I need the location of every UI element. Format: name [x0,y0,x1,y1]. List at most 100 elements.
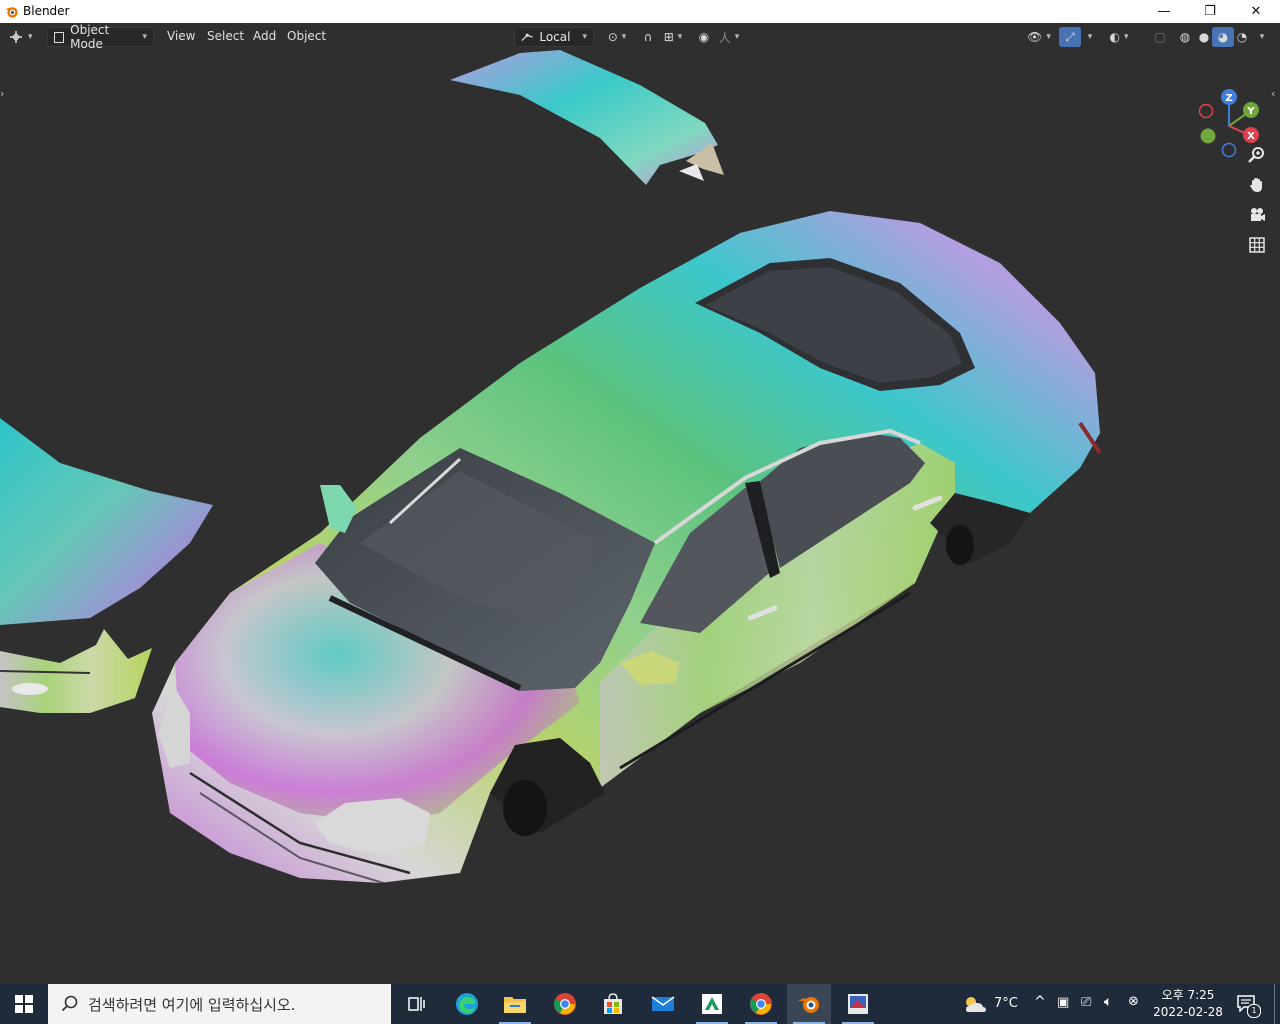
gizmo-z-label: Z [1225,93,1232,104]
gizmo-icon: ⤢ [1065,29,1075,44]
window-title: Blender [23,4,70,18]
xray-icon: ▢ [1154,30,1166,44]
proportional-editing-button[interactable]: ◉ [693,27,715,47]
pivot-point-button[interactable]: ⊙ ▾ [602,27,632,47]
menu-object[interactable]: Object [287,29,326,43]
taskbar-chrome[interactable] [543,984,587,1024]
wireframe-sphere-icon: ◍ [1179,30,1191,44]
weather-widget[interactable] [962,994,988,1018]
transform-orientation-label: Local [539,30,571,44]
blender-icon [798,997,819,1013]
restore-icon: ❐ [1204,4,1216,19]
snap-target-button[interactable]: ⊞ ▾ [658,27,688,47]
taskbar-store[interactable] [591,984,635,1024]
chevron-down-icon: ▾ [28,32,33,42]
taskbar-edge[interactable] [445,984,489,1024]
gizmo-y-label: Y [1246,106,1255,117]
overlays-button[interactable]: ◐ ▾ [1104,27,1134,47]
menu-view[interactable]: View [167,29,195,43]
overlays-icon: ◐ [1109,30,1120,44]
taskbar-chrome-2[interactable] [739,984,783,1024]
image-app-icon [848,994,868,1014]
close-icon: ✕ [1250,4,1262,19]
task-view-icon [408,997,425,1011]
taskbar-blender[interactable] [787,984,831,1024]
menu-select[interactable]: Select [207,29,244,43]
mail-icon [651,996,675,1011]
taskbar-mail[interactable] [641,984,685,1024]
gizmo-neg-z[interactable] [1221,142,1237,158]
clock-date: 2022-02-28 [1153,1005,1223,1019]
window-title-bar: Blender — ❐ ✕ [0,0,1280,23]
shading-options-dropdown[interactable]: ▾ [1252,27,1268,47]
falloff-curve-icon: 人 [718,30,731,45]
gizmo-neg-y[interactable] [1200,128,1216,144]
search-icon [61,995,78,1012]
editor-type-icon [10,31,22,43]
chevron-down-icon: ▾ [1259,32,1265,42]
transform-orientation-dropdown[interactable]: Local ▾ [514,27,594,47]
windows-taskbar: 검색하려면 여기에 입력하십시오. 7°C ^ ▣ ⎚ 🔈︎ ⊗ 오후 7:25… [0,984,1280,1024]
start-button[interactable] [0,984,48,1024]
store-icon [604,993,622,1014]
minimize-button[interactable]: — [1141,0,1187,23]
network-icon[interactable]: ⎚ [1081,995,1091,1010]
weather-temperature: 7°C [994,996,1018,1011]
3d-viewport[interactable]: Z Y X › ‹ [0,23,1280,984]
tray-status-icon[interactable]: ⊗ [1128,994,1139,1009]
app-icon [702,994,722,1014]
show-desktop-button[interactable] [1274,984,1280,1024]
pan-hand-icon[interactable] [1243,171,1271,199]
taskbar-app[interactable] [690,984,734,1024]
mode-dropdown[interactable]: Object Mode ▾ [47,23,154,51]
mode-label: Object Mode [70,23,110,51]
snap-increment-icon: ⊞ [663,30,674,44]
gizmo-neg-x[interactable] [1198,103,1214,119]
taskbar-search-box[interactable]: 검색하려면 여기에 입력하십시오. [48,984,391,1024]
editor-type-button[interactable]: ▾ [8,27,40,47]
visibility-button[interactable]: 👁 ▾ [1024,27,1054,47]
pivot-point-icon: ⊙ [607,30,618,44]
chevron-down-icon: ▾ [1046,32,1051,42]
taskbar-image-app[interactable] [836,984,880,1024]
solid-sphere-icon: ● [1198,30,1210,44]
action-center-button[interactable]: 1 [1236,994,1261,1018]
sidebar-expand-arrow-icon[interactable]: ‹ [1271,87,1275,100]
xray-toggle-button[interactable]: ▢ [1149,27,1171,47]
notification-count-badge: 1 [1247,1004,1261,1018]
chevron-down-icon: ▾ [142,32,147,42]
rendered-shading-button[interactable]: ◔ [1231,27,1253,47]
close-button[interactable]: ✕ [1233,0,1279,23]
eye-icon: 👁 [1027,30,1043,44]
taskbar-clock[interactable]: 오후 7:25 2022-02-28 [1148,987,1228,1021]
chevron-down-icon: ▾ [1123,32,1129,42]
task-view-button[interactable] [394,984,438,1024]
partly-cloudy-icon [966,997,986,1012]
windows-logo-icon [15,995,33,1013]
volume-icon[interactable]: 🔈︎ [1104,994,1112,1010]
gizmo-options-dropdown[interactable]: ▾ [1080,27,1096,47]
menu-add[interactable]: Add [253,29,276,43]
camera-view-icon[interactable] [1243,201,1271,229]
rendered-sphere-icon: ◔ [1236,30,1248,44]
blender-logo-icon [4,7,18,18]
taskbar-file-explorer[interactable] [493,984,537,1024]
gizmo-toggle-button[interactable]: ⤢ [1059,27,1081,47]
zoom-tool-icon[interactable] [1243,141,1271,169]
chevron-down-icon: ▾ [582,32,587,42]
proportional-editing-icon: ◉ [698,30,710,44]
ortho-grid-icon[interactable] [1243,231,1271,259]
magnet-icon: ∩ [643,30,653,44]
chevron-down-icon: ▾ [677,32,683,42]
tray-app-icon[interactable]: ▣ [1057,995,1069,1010]
restore-button[interactable]: ❐ [1187,0,1233,23]
minimize-icon: — [1157,4,1171,19]
snap-toggle-button[interactable]: ∩ [637,27,659,47]
file-explorer-icon [504,997,526,1013]
falloff-button[interactable]: 人 ▾ [715,27,743,47]
chevron-down-icon: ▾ [734,32,740,42]
toolbar-expand-arrow-icon[interactable]: › [0,87,4,100]
show-hidden-icons-chevron-icon[interactable]: ^ [1034,994,1046,1010]
search-placeholder: 검색하려면 여기에 입력하십시오. [88,996,296,1014]
material-sphere-icon: ◕ [1217,30,1229,44]
